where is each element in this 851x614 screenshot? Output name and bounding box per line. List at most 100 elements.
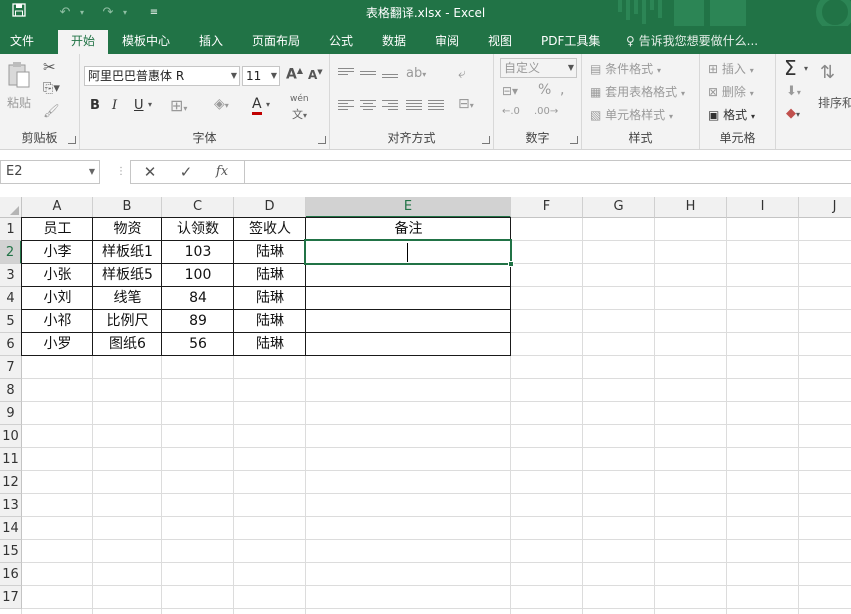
underline-dropdown-icon[interactable]: ▾ xyxy=(148,100,152,109)
table-cell[interactable]: 小刘 xyxy=(22,287,93,310)
italic-button[interactable]: I xyxy=(112,98,117,113)
pinyin-button[interactable]: wén xyxy=(290,94,309,104)
table-cell[interactable]: 图纸6 xyxy=(93,333,162,356)
table-cell[interactable]: 小祁 xyxy=(22,310,93,333)
table-cell[interactable]: 小罗 xyxy=(22,333,93,356)
font-size-combo[interactable]: 11 ▼ xyxy=(242,66,280,86)
percent-button[interactable]: % xyxy=(538,82,551,98)
table-cell[interactable]: 样板纸5 xyxy=(93,264,162,287)
row-header-17[interactable]: 17 xyxy=(0,586,22,609)
table-cell[interactable]: 100 xyxy=(162,264,234,287)
increase-decimal-icon[interactable]: ←.0 xyxy=(502,106,520,117)
row-header-7[interactable]: 7 xyxy=(0,356,22,379)
row-header-2[interactable]: 2 xyxy=(0,241,22,264)
bold-button[interactable]: B xyxy=(90,98,100,113)
row-header-11[interactable]: 11 xyxy=(0,448,22,471)
row-header-1[interactable]: 1 xyxy=(0,218,22,241)
decrease-decimal-icon[interactable]: .00→ xyxy=(534,106,558,117)
alignment-launcher-icon[interactable] xyxy=(482,136,490,144)
column-header-h[interactable]: H xyxy=(655,197,727,218)
tab-pdf-tools[interactable]: PDF工具集 xyxy=(535,30,606,54)
wrap-text-icon[interactable]: ⤶ xyxy=(458,66,466,82)
table-cell[interactable] xyxy=(306,310,511,333)
underline-button[interactable]: U xyxy=(134,98,144,113)
insert-function-button[interactable]: fx xyxy=(211,162,233,182)
align-middle-icon[interactable] xyxy=(360,71,376,83)
clear-icon[interactable]: ◆▾ xyxy=(786,106,800,121)
row-header-14[interactable]: 14 xyxy=(0,517,22,540)
table-cell[interactable]: 陆琳 xyxy=(234,264,306,287)
cancel-icon[interactable]: ✕ xyxy=(139,162,161,182)
merge-center-icon[interactable]: ⊟▾ xyxy=(458,96,474,112)
column-header-d[interactable]: D xyxy=(234,197,306,218)
comma-style-icon[interactable]: , xyxy=(560,82,564,98)
row-header-10[interactable]: 10 xyxy=(0,425,22,448)
table-cell[interactable]: 56 xyxy=(162,333,234,356)
table-header-cell[interactable]: 物资 xyxy=(93,218,162,241)
accounting-format-icon[interactable]: ⊟▾ xyxy=(502,84,518,98)
paste-button[interactable] xyxy=(7,61,31,92)
autosum-button[interactable]: Σ xyxy=(784,56,797,80)
align-bottom-icon[interactable] xyxy=(382,74,398,86)
enter-icon[interactable]: ✓ xyxy=(175,162,197,182)
table-cell[interactable]: 陆琳 xyxy=(234,333,306,356)
clipboard-launcher-icon[interactable] xyxy=(68,136,76,144)
borders-icon[interactable]: ⊞▾ xyxy=(170,96,187,115)
tab-home[interactable]: 开始 xyxy=(58,30,108,54)
table-cell[interactable]: 小张 xyxy=(22,264,93,287)
column-header-c[interactable]: C xyxy=(162,197,234,218)
font-color-dropdown-icon[interactable]: ▾ xyxy=(266,100,270,109)
column-header-j[interactable]: J xyxy=(799,197,851,218)
tab-review[interactable]: 审阅 xyxy=(429,30,465,54)
insert-cells-button[interactable]: ⊞ 插入 ▾ xyxy=(708,60,754,77)
delete-cells-button[interactable]: ⊠ 删除 ▾ xyxy=(708,83,754,100)
table-cell[interactable]: 陆琳 xyxy=(234,310,306,333)
table-header-cell[interactable]: 签收人 xyxy=(234,218,306,241)
tab-view[interactable]: 视图 xyxy=(482,30,518,54)
row-header-8[interactable]: 8 xyxy=(0,379,22,402)
table-cell[interactable]: 样板纸1 xyxy=(93,241,162,264)
cell-styles-button[interactable]: ▧ 单元格样式 ▾ xyxy=(590,106,673,123)
font-name-combo[interactable]: 阿里巴巴普惠体 R ▼ xyxy=(84,66,240,86)
table-header-cell[interactable]: 认领数 xyxy=(162,218,234,241)
table-cell[interactable]: 陆琳 xyxy=(234,287,306,310)
row-header-16[interactable]: 16 xyxy=(0,563,22,586)
formula-input[interactable] xyxy=(244,160,851,184)
row-header-5[interactable]: 5 xyxy=(0,310,22,333)
row-header-13[interactable]: 13 xyxy=(0,494,22,517)
conditional-formatting-button[interactable]: ▤ 条件格式 ▾ xyxy=(590,60,661,77)
copy-icon[interactable]: ⎘▾ xyxy=(43,81,60,96)
fill-handle[interactable] xyxy=(508,261,514,267)
row-header-15[interactable]: 15 xyxy=(0,540,22,563)
row-header-4[interactable]: 4 xyxy=(0,287,22,310)
fill-color-icon[interactable]: ◈▾ xyxy=(214,96,229,112)
sort-filter-label[interactable]: 排序和 xyxy=(818,94,851,111)
row-header-9[interactable]: 9 xyxy=(0,402,22,425)
tab-file[interactable]: 文件 xyxy=(4,30,40,54)
tab-template-center[interactable]: 模板中心 xyxy=(116,30,176,54)
format-cells-button[interactable]: ▣ 格式 ▾ xyxy=(708,106,755,123)
column-header-a[interactable]: A xyxy=(22,197,93,218)
table-cell[interactable]: 84 xyxy=(162,287,234,310)
number-format-combo[interactable]: 自定义 ▼ xyxy=(500,58,577,78)
table-cell[interactable]: 比例尺 xyxy=(93,310,162,333)
table-cell[interactable] xyxy=(306,287,511,310)
number-launcher-icon[interactable] xyxy=(570,136,578,144)
column-header-e[interactable]: E xyxy=(306,197,511,218)
autosum-dropdown-icon[interactable]: ▾ xyxy=(804,64,808,73)
active-cell-selection[interactable] xyxy=(304,239,512,265)
tab-data[interactable]: 数据 xyxy=(376,30,412,54)
grow-font-button[interactable]: A▲ xyxy=(286,66,303,83)
align-center-icon[interactable] xyxy=(360,100,376,112)
align-left-icon[interactable] xyxy=(338,100,354,112)
format-painter-icon[interactable]: 🖌 xyxy=(43,104,60,119)
align-top-icon[interactable] xyxy=(338,68,354,80)
spreadsheet-grid[interactable]: A B C D E F G H I J 1 2 3 4 5 6 7 8 9 10 11 12 13 14 15 16 17 员工 物资认… xyxy=(0,197,851,614)
table-header-cell[interactable]: 备注 xyxy=(306,218,511,241)
sort-filter-icon[interactable]: ⇅ xyxy=(820,62,835,83)
orientation-icon[interactable]: ab▾ xyxy=(406,66,426,81)
table-cell[interactable] xyxy=(306,264,511,287)
column-header-b[interactable]: B xyxy=(93,197,162,218)
align-right-icon[interactable] xyxy=(382,100,398,112)
row-header-6[interactable]: 6 xyxy=(0,333,22,356)
